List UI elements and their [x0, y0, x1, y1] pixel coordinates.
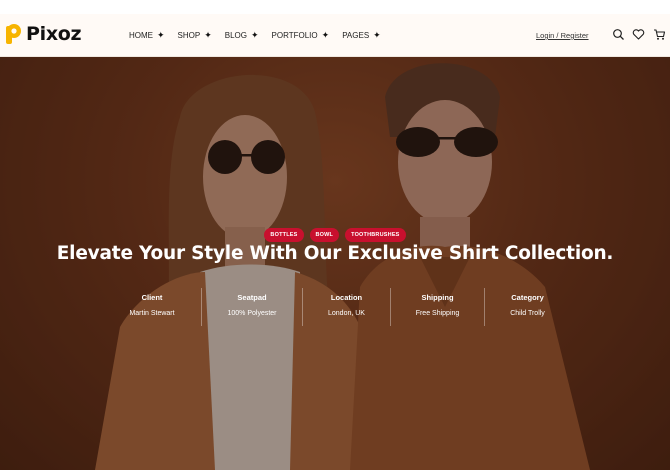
nav-item-blog[interactable]: BLOG ✦	[224, 30, 259, 41]
meta-label: Seatpad	[237, 293, 267, 302]
meta-location: Location London, UK	[302, 288, 390, 326]
sparkle-icon: ✦	[251, 30, 259, 40]
meta-value: Martin Stewart	[129, 310, 175, 317]
nav-item-pages[interactable]: PAGES ✦	[342, 30, 381, 41]
sparkle-icon: ✦	[157, 30, 165, 40]
nav-item-label: SHOP	[177, 31, 201, 40]
main-nav: HOME ✦ SHOP ✦ BLOG ✦ PORTFOLIO ✦ PAGES ✦	[129, 14, 381, 57]
sparkle-icon: ✦	[204, 30, 212, 40]
product-meta: Client Martin Stewart Seatpad 100% Polye…	[103, 288, 570, 326]
nav-item-label: HOME	[129, 31, 153, 40]
nav-item-home[interactable]: HOME ✦	[129, 30, 165, 41]
meta-value: Free Shipping	[415, 310, 460, 317]
sparkle-icon: ✦	[373, 30, 381, 40]
nav-item-label: PORTFOLIO	[271, 31, 318, 40]
hero-headline: Elevate Your Style With Our Exclusive Sh…	[56, 243, 614, 264]
hero-banner: BOTTLES BOWL TOOTHBRUSHES Elevate Your S…	[0, 57, 670, 470]
search-icon[interactable]	[612, 28, 625, 41]
tag-bowl[interactable]: BOWL	[309, 228, 340, 242]
meta-label: Client	[141, 293, 163, 302]
brand-name: Pixoz	[26, 23, 82, 45]
login-register-link[interactable]: Login / Register	[536, 14, 589, 57]
cart-icon[interactable]	[653, 28, 666, 41]
tag-bottles[interactable]: BOTTLES	[264, 228, 304, 242]
heart-icon[interactable]	[632, 28, 645, 41]
tag-toothbrushes[interactable]: TOOTHBRUSHES	[345, 228, 406, 242]
nav-item-label: PAGES	[342, 31, 370, 40]
meta-value: London, UK	[328, 310, 365, 317]
meta-shipping: Shipping Free Shipping	[390, 288, 484, 326]
sparkle-icon: ✦	[321, 30, 330, 40]
meta-label: Shipping	[421, 293, 454, 302]
meta-label: Category	[511, 293, 544, 302]
meta-value: Child Trolly	[510, 310, 545, 317]
nav-item-label: BLOG	[224, 31, 247, 40]
brand-logo[interactable]: Pixoz	[5, 23, 82, 45]
meta-label: Location	[330, 293, 363, 302]
site-header: Pixoz HOME ✦ SHOP ✦ BLOG ✦ PORTFOLIO ✦ P…	[0, 14, 670, 57]
meta-client: Client Martin Stewart	[103, 288, 201, 326]
logo-mark-icon	[5, 23, 23, 45]
tag-list: BOTTLES BOWL TOOTHBRUSHES	[0, 228, 670, 242]
meta-category: Category Child Trolly	[484, 288, 570, 326]
nav-item-portfolio[interactable]: PORTFOLIO ✦	[271, 30, 330, 41]
meta-value: 100% Polyester	[227, 310, 277, 317]
nav-item-shop[interactable]: SHOP ✦	[177, 30, 212, 41]
meta-seatpad: Seatpad 100% Polyester	[201, 288, 302, 326]
